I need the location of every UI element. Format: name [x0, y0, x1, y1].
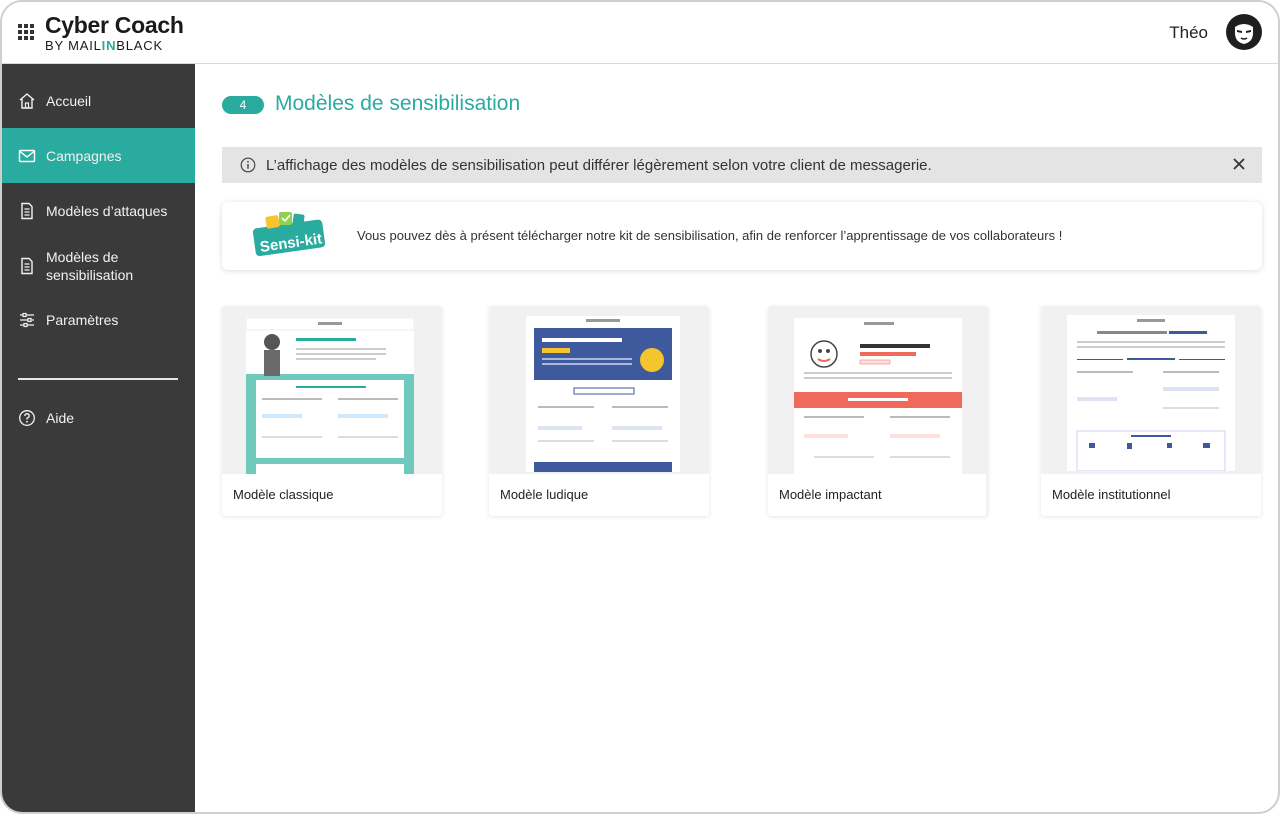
sidebar-item-label: Campagnes — [46, 147, 122, 164]
template-preview-image — [246, 318, 414, 474]
mail-icon — [18, 149, 36, 162]
template-label: Modèle ludique — [489, 474, 709, 516]
sidebar-item-label: Aide — [46, 410, 75, 426]
close-icon[interactable] — [1232, 157, 1246, 171]
template-card-classique[interactable]: Modèle classique — [222, 306, 442, 516]
template-preview-image — [526, 316, 680, 472]
sidebar-item-campagnes[interactable]: Campagnes — [2, 128, 195, 183]
sliders-icon — [20, 312, 34, 328]
user-mask-icon — [1235, 24, 1253, 44]
sidebar-item-aide[interactable]: Aide — [2, 401, 195, 435]
document-icon — [21, 257, 33, 275]
sidebar-item-label: Modèles d’attaques — [46, 203, 168, 219]
app-window: Cyber Coach BY MAILINBLACK Théo Accueil — [0, 0, 1280, 814]
sidebar-divider — [18, 378, 178, 380]
sensi-kit-logo: Sensi-kit — [252, 212, 326, 257]
sidebar-item-modeles-attaques[interactable]: Modèles d’attaques — [2, 194, 195, 228]
sidebar-item-label: Paramètres — [46, 312, 119, 328]
avatar[interactable] — [1226, 14, 1262, 50]
template-preview-image — [794, 318, 962, 474]
sidebar-item-label: Modèles de sensibilisation — [46, 249, 134, 283]
user-name[interactable]: Théo — [1169, 23, 1208, 43]
sidebar-item-label: Accueil — [46, 93, 92, 109]
sidebar: Accueil Campagnes Modèles d’attaques Mod… — [2, 64, 195, 812]
template-preview-image — [1067, 315, 1235, 471]
sensi-kit-message: Vous pouvez dès à présent télécharger no… — [357, 228, 1063, 243]
template-label: Modèle classique — [222, 474, 442, 516]
page-title: Modèles de sensibilisation — [275, 92, 521, 115]
top-bar: Cyber Coach BY MAILINBLACK Théo — [2, 2, 1278, 64]
apps-grid-icon[interactable] — [18, 24, 34, 40]
home-icon — [19, 93, 35, 109]
sidebar-item-parametres[interactable]: Paramètres — [2, 303, 195, 337]
sidebar-item-accueil[interactable]: Accueil — [2, 84, 195, 118]
document-icon — [21, 202, 33, 220]
template-card-ludique[interactable]: Modèle ludique — [489, 306, 709, 516]
main-content: 4 Modèles de sensibilisation L’affichage… — [195, 64, 1278, 812]
info-banner: L’affichage des modèles de sensibilisati… — [222, 147, 1262, 183]
brand-logo[interactable]: Cyber Coach BY MAILINBLACK — [45, 12, 184, 53]
info-icon — [240, 157, 256, 173]
template-card-institutionnel[interactable]: Modèle institutionnel — [1041, 306, 1261, 516]
info-message: L’affichage des modèles de sensibilisati… — [266, 156, 932, 174]
template-label: Modèle impactant — [768, 474, 986, 516]
sensi-kit-card[interactable]: Sensi-kit Vous pouvez dès à présent télé… — [222, 202, 1262, 270]
template-label: Modèle institutionnel — [1041, 474, 1261, 516]
template-card-impactant[interactable]: Modèle impactant — [768, 306, 988, 516]
sidebar-item-modeles-sensibilisation[interactable]: Modèles de sensibilisation — [2, 244, 195, 288]
help-icon — [19, 410, 35, 426]
count-badge: 4 — [222, 96, 264, 114]
brand-subtitle: BY MAILINBLACK — [45, 38, 163, 53]
brand-title: Cyber Coach — [45, 12, 184, 38]
